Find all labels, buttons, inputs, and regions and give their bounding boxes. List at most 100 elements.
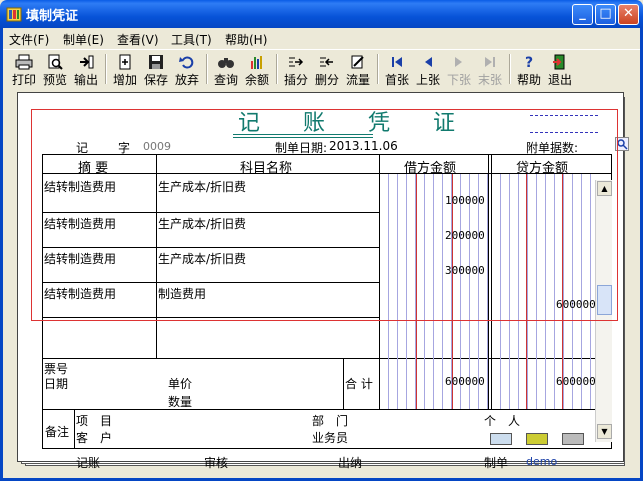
save-icon: [149, 55, 163, 69]
monitor-icon[interactable]: [526, 433, 548, 445]
title-underline: [233, 137, 373, 138]
add-button[interactable]: 增加: [110, 52, 140, 87]
lookup-button[interactable]: [615, 137, 629, 151]
scroll-thumb[interactable]: [597, 285, 612, 315]
grid-scrollbar[interactable]: ▲ ▼: [595, 180, 612, 442]
toolbar-separator: [509, 54, 511, 84]
col-account: 科目名称: [240, 161, 293, 176]
cashier-label: 出纳: [338, 456, 363, 470]
row-1-summary[interactable]: 结转制造费用: [44, 178, 116, 195]
tool-icon[interactable]: [562, 433, 584, 445]
delete-row-icon: [320, 57, 333, 67]
person-label[interactable]: 个 人: [484, 412, 520, 429]
first-record-icon: [392, 57, 402, 67]
row-3-account[interactable]: 生产成本/折旧费: [158, 250, 246, 267]
col-summary: 摘 要: [78, 161, 109, 176]
title-underline: [233, 134, 373, 135]
balance-button[interactable]: 余额: [242, 52, 272, 87]
scroll-up-icon[interactable]: ▲: [597, 181, 612, 196]
binoculars-icon: [218, 58, 234, 68]
unit-price-label: 单价: [168, 377, 193, 391]
cashflow-icon: [351, 55, 364, 69]
credit-digit-lines: [492, 174, 595, 409]
salesman-label[interactable]: 业务员: [312, 429, 348, 446]
add-icon: [119, 54, 131, 70]
project-label[interactable]: 项 目: [76, 412, 112, 429]
toolbar-separator: [377, 54, 379, 84]
row-1-account[interactable]: 生产成本/折旧费: [158, 178, 246, 195]
row-2-account[interactable]: 生产成本/折旧费: [158, 215, 246, 232]
menu-view[interactable]: 查看(V): [117, 31, 159, 48]
auditor-label: 审核: [204, 456, 229, 470]
menu-tools[interactable]: 工具(T): [171, 31, 212, 48]
menu-file[interactable]: 文件(F): [9, 31, 49, 48]
window-title: 填制凭证: [26, 9, 79, 24]
row-2-debit[interactable]: 200000: [445, 229, 485, 242]
voucher-no[interactable]: 0009: [143, 140, 171, 153]
date-value[interactable]: 2013.11.06: [329, 139, 398, 153]
maker-label: 制单: [484, 456, 509, 470]
toolbar-separator: [206, 54, 208, 84]
total-credit: 600000: [556, 375, 596, 388]
dept-label[interactable]: 部 门: [312, 412, 348, 429]
help-button[interactable]: ? 帮助: [514, 52, 544, 87]
last-record-icon: [485, 57, 495, 67]
maximize-button[interactable]: □: [595, 4, 616, 25]
total-label: 合 计: [345, 377, 373, 391]
col-debit: 借方金额: [404, 161, 457, 176]
row-1-debit[interactable]: 100000: [445, 194, 485, 207]
customer-label[interactable]: 客 户: [76, 429, 112, 446]
cashflow-button[interactable]: 流量: [343, 52, 373, 87]
row-3-debit[interactable]: 300000: [445, 264, 485, 277]
balance-chart-icon: [251, 56, 262, 69]
voucher-title: 记 账 凭 证: [238, 111, 473, 136]
toolbar-separator: [276, 54, 278, 84]
row-2-summary[interactable]: 结转制造费用: [44, 215, 116, 232]
title-bar: 填制凭证 _ □ ✕: [0, 0, 643, 28]
last-record-button[interactable]: 末张: [475, 52, 505, 87]
dashed-line: [530, 115, 598, 116]
row-4-summary[interactable]: 结转制造费用: [44, 285, 116, 302]
exit-icon: [553, 54, 565, 70]
prev-record-icon: [425, 57, 432, 67]
document-area: 记 账 凭 证 记 字 0009 制单日期: 2013.11.06 附单据数:: [6, 88, 637, 478]
prev-record-button[interactable]: 上张: [413, 52, 443, 87]
scroll-down-icon[interactable]: ▼: [597, 424, 612, 439]
debit-digit-lines: [380, 174, 488, 409]
bookkeeper-label: 记账: [76, 456, 101, 470]
row-3-summary[interactable]: 结转制造费用: [44, 250, 116, 267]
preview-button[interactable]: 预览: [40, 52, 70, 87]
total-debit: 600000: [445, 375, 485, 388]
date2-label: 日期: [44, 377, 69, 391]
row-4-account[interactable]: 制造费用: [158, 285, 206, 302]
discard-button[interactable]: 放弃: [172, 52, 202, 87]
delete-row-button[interactable]: 删分: [312, 52, 342, 87]
exit-button[interactable]: 退出: [545, 52, 575, 87]
first-record-button[interactable]: 首张: [382, 52, 412, 87]
card-icon[interactable]: [490, 433, 512, 445]
toolbar-separator: [105, 54, 107, 84]
remark-label: 备注: [45, 425, 70, 439]
print-button[interactable]: 打印: [9, 52, 39, 87]
app-icon: [6, 7, 22, 22]
help-icon: ?: [525, 55, 533, 70]
insert-row-icon: [289, 57, 304, 67]
minimize-button[interactable]: _: [572, 4, 593, 25]
magnifier-icon: [617, 139, 628, 150]
row-4-credit[interactable]: 600000: [556, 298, 596, 311]
preview-icon: [48, 54, 63, 70]
insert-row-button[interactable]: 插分: [281, 52, 311, 87]
menu-voucher[interactable]: 制单(E): [63, 31, 104, 48]
toolbar: 打印 预览 输出 增加 保存 放弃 查询 余额 插分 删分 流量 首张 上张 下…: [3, 49, 640, 87]
dashed-line: [530, 132, 598, 133]
query-button[interactable]: 查询: [211, 52, 241, 87]
save-button[interactable]: 保存: [141, 52, 171, 87]
menu-help[interactable]: 帮助(H): [225, 31, 267, 48]
next-record-button[interactable]: 下张: [444, 52, 474, 87]
export-icon: [80, 55, 94, 69]
quantity-label: 数量: [168, 395, 193, 409]
menu-bar: 文件(F) 制单(E) 查看(V) 工具(T) 帮助(H): [3, 28, 640, 48]
undo-icon: [179, 56, 194, 69]
export-button[interactable]: 输出: [71, 52, 101, 87]
close-button[interactable]: ✕: [618, 4, 639, 25]
